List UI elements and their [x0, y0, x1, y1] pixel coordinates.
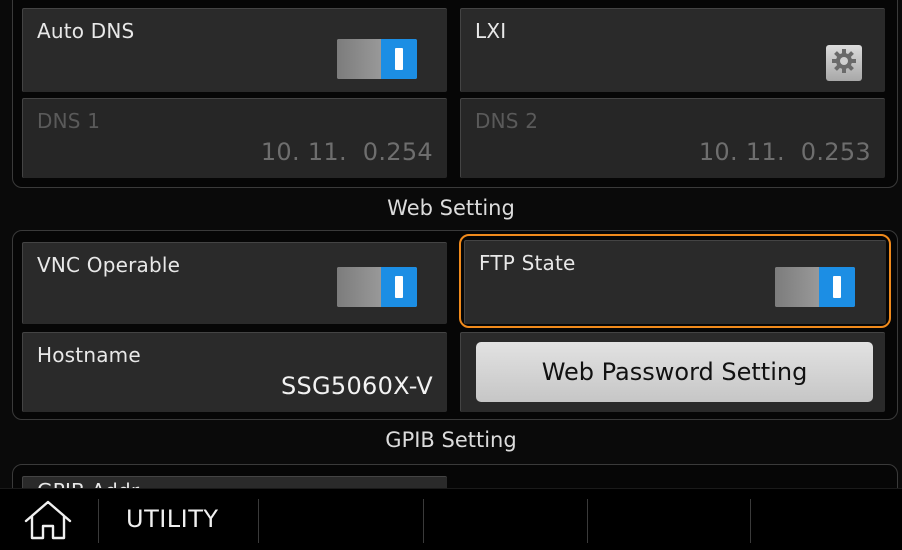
lxi-cell[interactable]: LXI: [460, 8, 885, 92]
dns1-label: DNS 1: [37, 109, 101, 133]
focus-highlight: [459, 234, 891, 328]
hostname-cell[interactable]: Hostname SSG5060X-V: [22, 332, 447, 412]
utility-menu-label[interactable]: UTILITY: [126, 505, 219, 533]
vnc-operable-label: VNC Operable: [37, 253, 181, 277]
web-password-setting-button[interactable]: Web Password Setting: [476, 342, 873, 402]
web-setting-title: Web Setting: [387, 196, 515, 220]
lxi-settings-button[interactable]: [826, 45, 862, 81]
dns1-value: 10. 11. 0.254: [260, 138, 433, 166]
auto-dns-toggle[interactable]: [337, 39, 417, 79]
vnc-operable-toggle[interactable]: [337, 267, 417, 307]
dns2-label: DNS 2: [475, 109, 539, 133]
lxi-label: LXI: [475, 19, 507, 43]
hostname-value: SSG5060X-V: [280, 372, 433, 400]
separator: [587, 499, 588, 543]
bottom-bar: UTILITY: [0, 488, 902, 550]
separator: [98, 499, 99, 543]
home-icon[interactable]: [22, 499, 74, 545]
gpib-setting-title: GPIB Setting: [385, 428, 517, 452]
separator: [258, 499, 259, 543]
auto-dns-cell[interactable]: Auto DNS: [22, 8, 447, 92]
hostname-label: Hostname: [37, 343, 141, 367]
vnc-operable-cell[interactable]: VNC Operable: [22, 242, 447, 324]
gear-icon: [831, 48, 857, 78]
auto-dns-label: Auto DNS: [37, 19, 135, 43]
dns2-value: 10. 11. 0.253: [698, 138, 871, 166]
dns1-cell: DNS 1 10. 11. 0.254: [22, 98, 447, 178]
separator: [423, 499, 424, 543]
separator: [750, 499, 751, 543]
dns2-cell: DNS 2 10. 11. 0.253: [460, 98, 885, 178]
